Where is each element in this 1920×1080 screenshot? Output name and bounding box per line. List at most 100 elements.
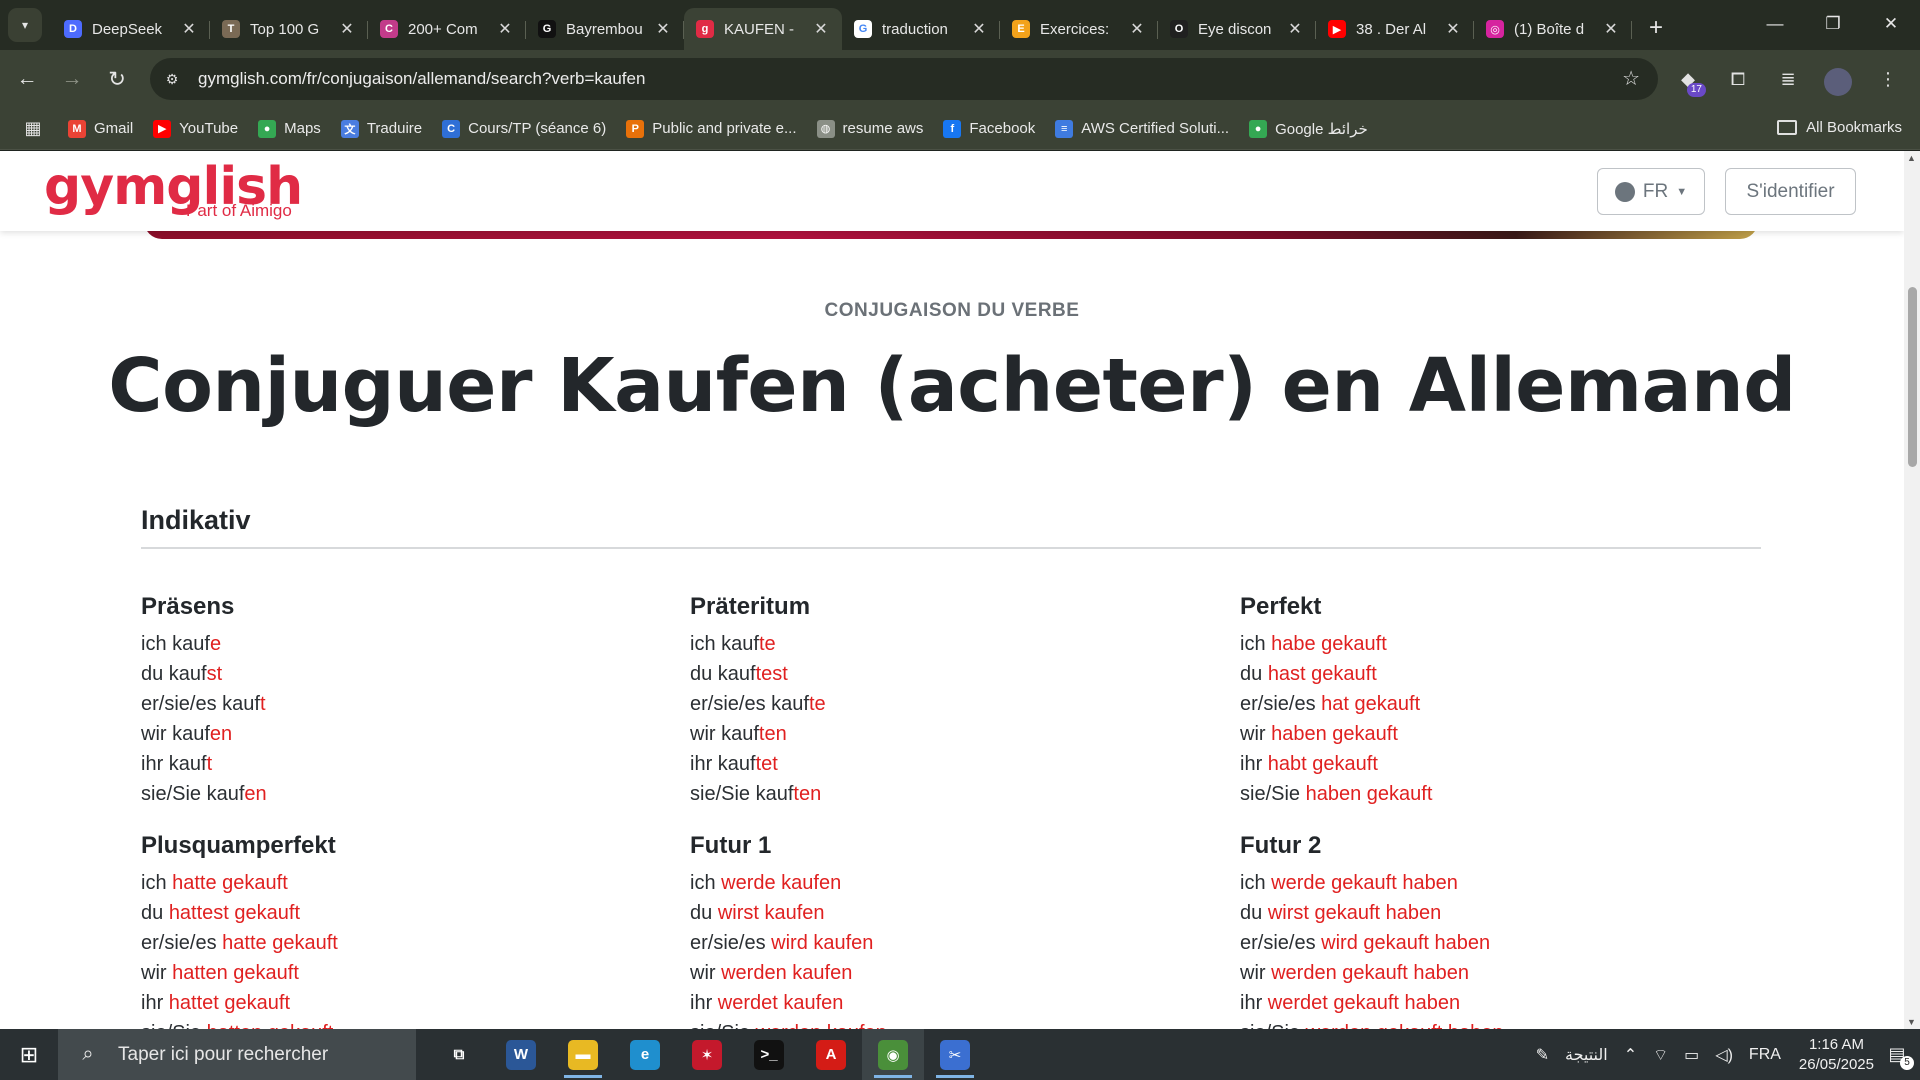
volume-icon[interactable]: ◁) [1715, 1045, 1733, 1065]
bookmark-item[interactable]: M Gmail [68, 119, 134, 138]
browser-tab[interactable]: E Exercices: ✕ [1000, 8, 1158, 50]
conjugation-ending: te [808, 693, 826, 715]
browser-tab[interactable]: O Eye discon ✕ [1158, 8, 1316, 50]
conjugation-stem: wir [141, 962, 173, 984]
close-tab-icon[interactable]: ✕ [1128, 19, 1146, 39]
maps-pin-icon: ● [1249, 119, 1268, 138]
taskbar-app-button[interactable]: W [490, 1029, 552, 1080]
browser-tab[interactable]: ◎ (1) Boîte d ✕ [1474, 8, 1632, 50]
close-tab-icon[interactable]: ✕ [496, 19, 514, 39]
battery-icon[interactable]: ▭ [1684, 1045, 1699, 1065]
taskbar-app-button[interactable]: ⧉ [428, 1029, 490, 1080]
network-icon[interactable]: ⌔ [1653, 1045, 1668, 1065]
menu-button[interactable]: ⋮ [1868, 59, 1908, 99]
language-indicator[interactable]: FRA [1749, 1046, 1781, 1064]
bookmark-item[interactable]: f Facebook [943, 119, 1035, 138]
browser-tab[interactable]: C 200+ Com ✕ [368, 8, 526, 50]
conjugation-stem: wir [1240, 723, 1272, 745]
profile-button[interactable] [1818, 59, 1858, 99]
taskbar-search[interactable]: ⌕ Taper ici pour rechercher [58, 1029, 416, 1080]
browser-tab[interactable]: ▶ 38 . Der Al ✕ [1316, 8, 1474, 50]
avatar [1824, 68, 1852, 96]
conjugation-row: wir werden gekauft haben [1240, 958, 1760, 988]
close-window-button[interactable]: ✕ [1862, 0, 1920, 48]
taskbar-app-button[interactable]: A [800, 1029, 862, 1080]
photo-icon: T [222, 20, 240, 38]
extension-badge: 17 [1686, 83, 1706, 97]
close-tab-icon[interactable]: ✕ [1286, 19, 1304, 39]
browser-tab[interactable]: Gtraduction ✕ [842, 8, 1000, 50]
extension-button[interactable]: ◆ 17 [1668, 59, 1708, 99]
tab-search-button[interactable]: ▾ [8, 8, 42, 42]
apps-grid-button[interactable]: ▦ [20, 116, 46, 142]
taskbar-app-button[interactable]: ▬ [552, 1029, 614, 1080]
url-text[interactable]: gymglish.com/fr/conjugaison/allemand/sea… [198, 69, 645, 89]
pencil-icon: E [1012, 20, 1030, 38]
scrollbar-thumb[interactable] [1908, 287, 1917, 467]
bookmark-item[interactable]: C Cours/TP (séance 6) [442, 119, 606, 138]
login-button[interactable]: S'identifier [1725, 168, 1856, 215]
taskbar-app-button[interactable]: ◉ [862, 1029, 924, 1080]
forward-button[interactable]: → [54, 61, 90, 97]
taskbar-app-button[interactable]: ✂ [924, 1029, 986, 1080]
windows-logo-icon: ⊞ [19, 1041, 39, 1067]
conjugation-row: sie/Sie kauften [690, 779, 1210, 809]
page-kicker: CONJUGAISON DU VERBE [824, 300, 1080, 321]
bookmark-item[interactable]: ● Google خرائط [1249, 119, 1368, 138]
conjugation-row: ihr werdet kaufen [690, 988, 1210, 1018]
reload-button[interactable]: ↻ [99, 61, 135, 97]
bookmark-item[interactable]: ≡ AWS Certified Soluti... [1055, 119, 1229, 138]
tray-label[interactable]: النتيجة [1565, 1045, 1608, 1065]
conjugation-row: du kauftest [690, 659, 1210, 689]
scroll-down-icon[interactable]: ▼ [1907, 1017, 1916, 1027]
media-button[interactable]: ≣ [1768, 59, 1808, 99]
conjugation-row: du wirst kaufen [690, 898, 1210, 928]
start-button[interactable]: ⊞ [0, 1029, 58, 1080]
extensions-button[interactable]: ⧠ [1718, 59, 1758, 99]
conjugation-row: er/sie/es wird kaufen [690, 928, 1210, 958]
tense-block: Präsens ich kaufe du kaufst er/sie/es kauft… [141, 593, 661, 809]
close-tab-icon[interactable]: ✕ [180, 19, 198, 39]
tense-name: Perfekt [1240, 593, 1322, 620]
minimize-button[interactable]: — [1746, 0, 1804, 48]
taskbar-app-button[interactable]: e [614, 1029, 676, 1080]
taskbar-app-button[interactable]: ✶ [676, 1029, 738, 1080]
page-scrollbar[interactable]: ▲ ▼ [1904, 151, 1920, 1029]
bookmark-label: Traduire [366, 120, 423, 137]
tray-app-icon[interactable]: ✎ [1536, 1045, 1549, 1065]
close-tab-icon[interactable]: ✕ [338, 19, 356, 39]
browser-tab[interactable]: T Top 100 G ✕ [210, 8, 368, 50]
tense-name: Präteritum [690, 593, 811, 620]
language-selector[interactable]: FR ▼ [1597, 168, 1705, 215]
conjugation-ending: hatte gekauft [172, 872, 288, 894]
bookmark-item[interactable]: ◍ resume aws [816, 119, 923, 138]
close-tab-icon[interactable]: ✕ [654, 19, 672, 39]
conjugation-row: er/sie/es kaufte [690, 689, 1210, 719]
scroll-up-icon[interactable]: ▲ [1907, 153, 1916, 163]
bookmark-item[interactable]: ▶ YouTube [153, 119, 238, 138]
bookmark-item[interactable]: ● Maps [258, 119, 321, 138]
chevron-up-icon[interactable]: ⌃ [1624, 1045, 1637, 1065]
all-bookmarks-button[interactable]: All Bookmarks [1777, 119, 1902, 136]
bookmark-star-icon[interactable]: ☆ [1622, 66, 1640, 91]
taskbar-search-placeholder: Taper ici pour rechercher [118, 1043, 329, 1065]
clock[interactable]: 1:16 AM 26/05/2025 [1799, 1035, 1874, 1075]
notification-button[interactable]: ▤ 5 [1874, 1029, 1920, 1080]
site-info-icon[interactable]: ⚙ [156, 63, 188, 95]
bookmark-label: Gmail [94, 120, 134, 137]
close-tab-icon[interactable]: ✕ [1444, 19, 1462, 39]
conjugation-stem: ich [690, 872, 722, 894]
taskbar-app-button[interactable]: >_ [738, 1029, 800, 1080]
back-button[interactable]: ← [9, 61, 45, 97]
bookmark-item[interactable]: 文 Traduire [340, 119, 423, 138]
browser-tab[interactable]: g KAUFEN - ✕ [684, 8, 842, 50]
close-tab-icon[interactable]: ✕ [970, 19, 988, 39]
restore-button[interactable]: ❐ [1804, 0, 1862, 48]
browser-tab[interactable]: G Bayrembou ✕ [526, 8, 684, 50]
close-tab-icon[interactable]: ✕ [812, 19, 830, 39]
bookmark-item[interactable]: P Public and private e... [626, 119, 797, 138]
new-tab-button[interactable]: + [1638, 10, 1674, 46]
omnibox[interactable]: ⚙ gymglish.com/fr/conjugaison/allemand/s… [150, 58, 1658, 100]
browser-tab[interactable]: D DeepSeek ✕ [52, 8, 210, 50]
close-tab-icon[interactable]: ✕ [1602, 19, 1620, 39]
